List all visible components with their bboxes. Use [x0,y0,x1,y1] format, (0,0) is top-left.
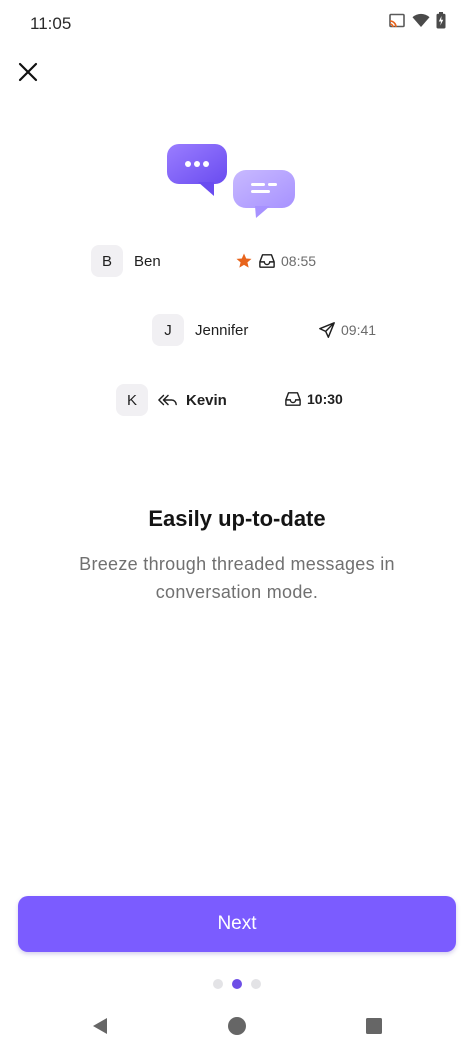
onboarding-description: Breeze through threaded messages in conv… [79,554,395,602]
inbox-icon [285,392,301,406]
message-time: 08:55 [281,253,317,269]
star-icon [236,253,252,268]
inbox-icon [259,254,275,268]
message-time: 09:41 [341,322,377,338]
recents-icon [366,1018,382,1034]
status-icons [388,12,446,29]
system-nav-bar [0,1000,474,1053]
recents-button[interactable] [362,1014,386,1038]
sender-name: Kevin [186,391,227,409]
next-button[interactable]: Next [18,896,456,952]
conversation-row-jennifer: J Jennifer [152,314,248,346]
close-button[interactable] [14,58,42,86]
status-time: 11:05 [30,14,72,33]
sender-name: Ben [134,252,161,270]
status-bar: 11:05 [0,0,474,46]
conversation-meta-ben: 08:55 [235,252,316,270]
conversation-row-ben: B Ben [91,245,161,277]
conversation-row-kevin: K Kevin [116,384,227,416]
page-dot-1 [213,979,223,989]
back-icon [93,1018,107,1034]
avatar: J [152,314,184,346]
wifi-icon [412,13,430,27]
sender-name: Jennifer [195,321,249,339]
close-icon [18,62,38,82]
back-button[interactable] [88,1014,112,1038]
home-icon [228,1017,246,1035]
pagination-dots [213,979,261,989]
cast-icon [389,13,405,27]
avatar: B [91,245,123,277]
sent-icon [319,322,335,338]
page-dot-2-active [232,979,242,989]
avatar: K [116,384,148,416]
message-time: 10:30 [307,391,343,407]
chat-bubbles-illustration [167,144,295,218]
reply-all-icon [158,394,177,406]
page-dot-3 [251,979,261,989]
conversation-meta-jennifer: 09:41 [318,321,376,339]
home-button[interactable] [225,1014,249,1038]
battery-charging-icon [436,12,446,29]
onboarding-title: Easily up-to-date [148,506,326,531]
conversation-meta-kevin: 10:30 [284,391,343,407]
